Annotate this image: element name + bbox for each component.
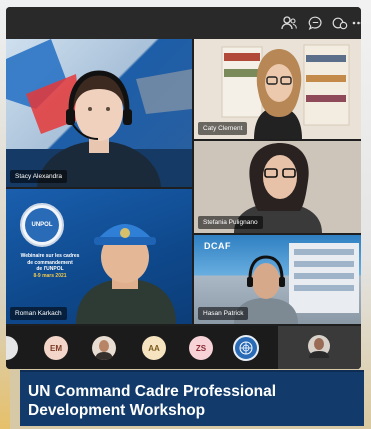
participant-name-label: Stacy Alexandra: [10, 170, 67, 183]
chat-icon[interactable]: [306, 15, 324, 31]
video-tile-hasan[interactable]: DCAF Hasan Patrick: [194, 235, 361, 324]
teams-meeting-window: Stacy Alexandra Caty Clement Stefania Pu…: [6, 7, 361, 369]
dcaf-logo: DCAF: [204, 241, 231, 251]
caption-banner: UN Command Cadre Professional Developmen…: [20, 370, 364, 426]
slide-line-4: 8-9 mars 2021: [33, 272, 67, 279]
video-tile-stefania[interactable]: Stefania Pulignano: [194, 141, 361, 233]
participant-avatar-photo[interactable]: [92, 336, 116, 360]
caption-line-2: Development Workshop: [28, 402, 206, 419]
video-tile-caty[interactable]: Caty Clement: [194, 39, 361, 139]
reactions-icon[interactable]: [331, 15, 349, 31]
participant-avatar-em[interactable]: EM: [44, 336, 68, 360]
more-icon[interactable]: [352, 15, 361, 31]
video-tile-roman[interactable]: UNPOL Webinaire sur les cadres de comman…: [6, 189, 192, 324]
video-tile-stacy[interactable]: Stacy Alexandra: [6, 39, 192, 187]
video-feed-stacy: [6, 39, 192, 187]
slide-text: Webinaire sur les cadres de commandement…: [10, 253, 90, 279]
participant-row: EM AA ZS: [6, 326, 361, 369]
participant-name-label: Roman Karkach: [10, 307, 67, 320]
unpol-logo: UNPOL: [20, 203, 64, 247]
participant-name-label: Stefania Pulignano: [198, 216, 263, 229]
participant-name-label: Hasan Patrick: [198, 307, 249, 320]
participant-name-label: Caty Clement: [198, 122, 248, 135]
screenshot: Stacy Alexandra Caty Clement Stefania Pu…: [0, 0, 371, 429]
slide-line-1: Webinaire sur les cadres: [20, 253, 80, 259]
unpol-logo-text: UNPOL: [25, 208, 59, 242]
participant-avatar-aa[interactable]: AA: [142, 336, 166, 360]
caption-line-1: UN Command Cadre Professional: [28, 383, 277, 400]
participant-avatar-un-logo[interactable]: [233, 335, 259, 361]
meeting-toolbar: [6, 7, 361, 39]
participant-video-mini[interactable]: [278, 326, 361, 369]
people-icon[interactable]: [280, 15, 298, 31]
participant-avatar-zs[interactable]: ZS: [189, 336, 213, 360]
participant-avatar-partial[interactable]: [6, 336, 18, 360]
